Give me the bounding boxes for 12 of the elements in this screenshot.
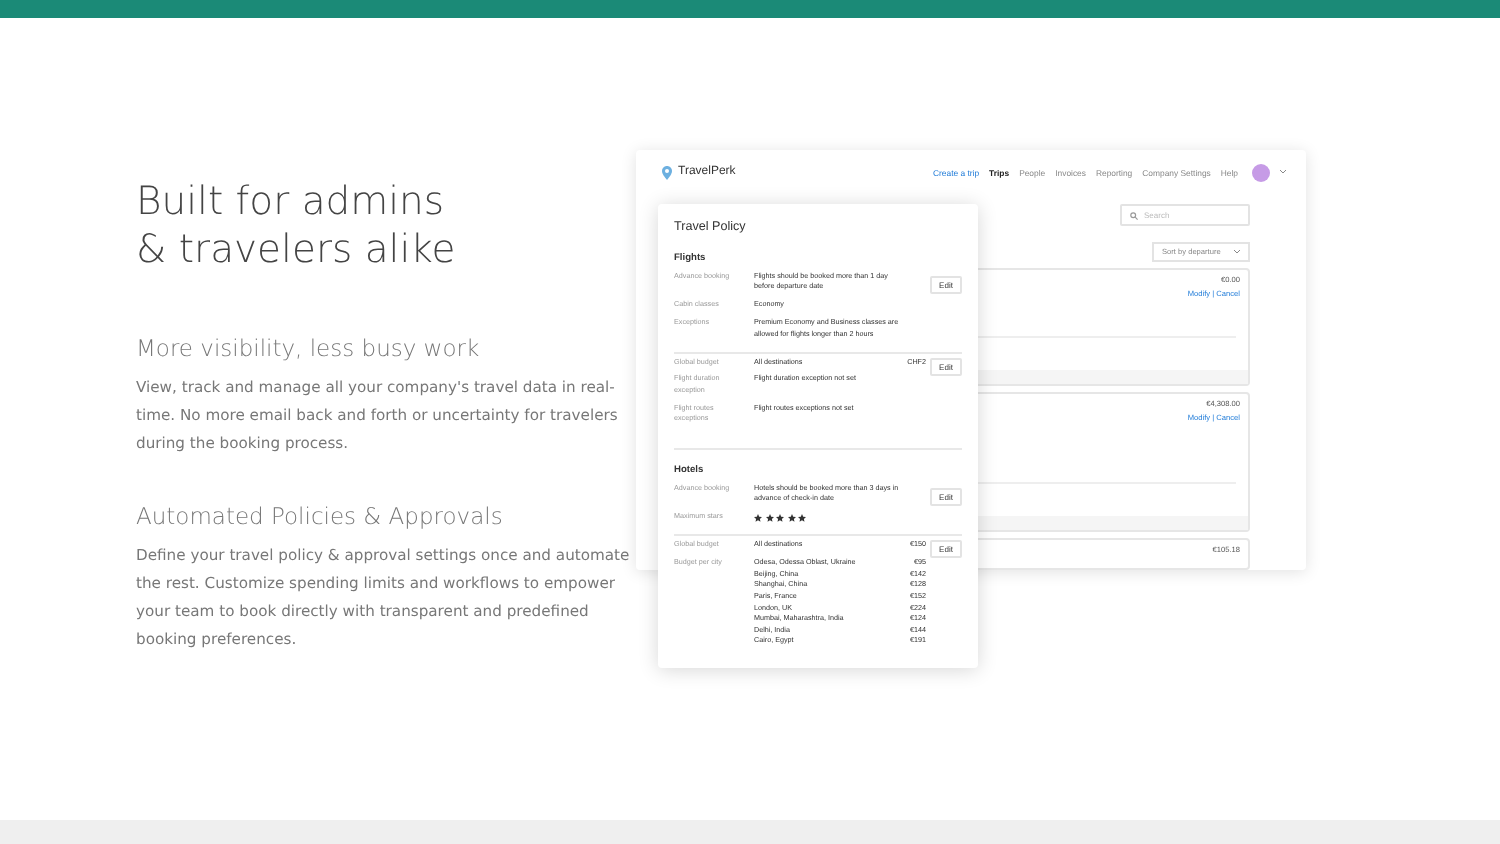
- star-icon: [776, 514, 784, 523]
- user-avatar[interactable]: [1252, 163, 1270, 181]
- star-icon: [765, 514, 773, 523]
- headline-line: & travelers alike: [136, 226, 458, 274]
- star-icon: [798, 514, 806, 523]
- star-icon: [787, 514, 795, 523]
- search-icon: [1130, 211, 1138, 219]
- feature-heading: More visibility, less busy work: [136, 334, 482, 362]
- pin-icon: [662, 165, 672, 179]
- headline-line: Built for admins: [136, 178, 447, 226]
- star-icon: [754, 514, 762, 523]
- feature-heading: Automated Policies & Approvals: [136, 502, 505, 530]
